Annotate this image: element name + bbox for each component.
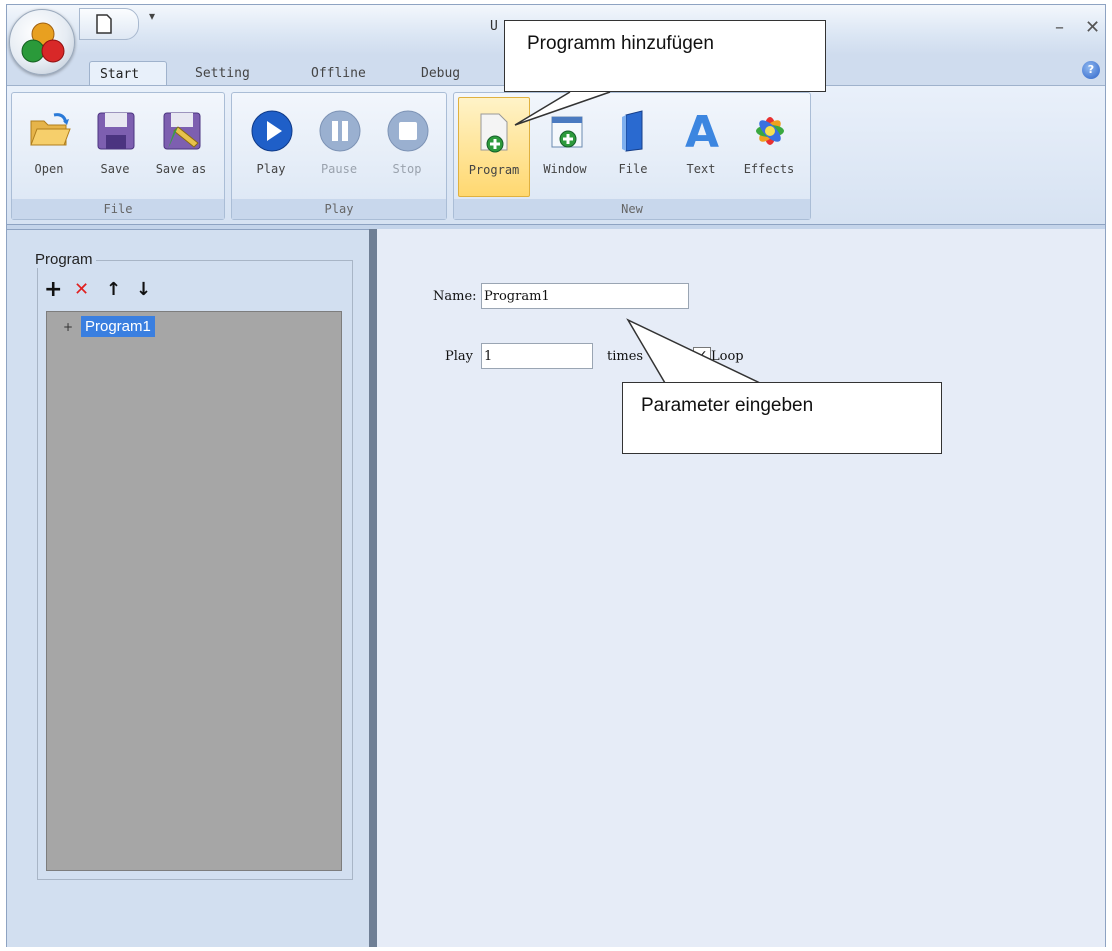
callout-enter-parameters: Parameter eingeben xyxy=(622,382,942,454)
callout-tails xyxy=(514,91,761,384)
callout-add-program: Programm hinzufügen xyxy=(504,20,826,92)
